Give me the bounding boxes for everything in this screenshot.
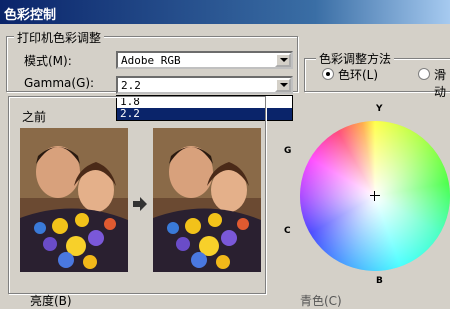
brightness-label: 亮度(B) (30, 294, 72, 308)
wheel-label-lower-left: C (284, 226, 291, 236)
radio-slider-label[interactable]: 滑动 (434, 66, 450, 100)
mode-combo[interactable]: Adobe RGB (116, 51, 293, 69)
wheel-label-top: Y (376, 104, 383, 114)
color-wheel[interactable] (300, 121, 450, 271)
radio-color-wheel-label[interactable]: 色环(L) (338, 66, 378, 83)
tone-label: 青色(C) (300, 294, 342, 308)
chevron-down-icon[interactable] (275, 53, 291, 67)
before-label: 之前 (22, 110, 47, 124)
wheel-label-upper-left: G (284, 146, 292, 156)
printer-color-group-title: 打印机色彩调整 (14, 29, 105, 46)
window-title: 色彩控制 (4, 8, 57, 23)
before-photo (20, 128, 128, 272)
wheel-label-bottom: B (376, 276, 383, 286)
arrow-right-icon (133, 197, 147, 211)
gamma-combo[interactable]: 2.2 (116, 76, 293, 94)
after-photo (153, 128, 261, 272)
title-bar: 色彩控制 (0, 0, 450, 24)
radio-slider[interactable] (418, 68, 430, 80)
radio-color-wheel[interactable] (322, 68, 334, 80)
gamma-value: 2.2 (121, 79, 141, 92)
gamma-label: Gamma(G): (24, 76, 95, 90)
wheel-center-crosshair[interactable] (370, 191, 380, 201)
method-group-title: 色彩调整方法 (316, 50, 395, 67)
chevron-down-icon[interactable] (275, 78, 291, 92)
mode-label: 模式(M): (24, 54, 72, 68)
mode-value: Adobe RGB (121, 54, 181, 67)
